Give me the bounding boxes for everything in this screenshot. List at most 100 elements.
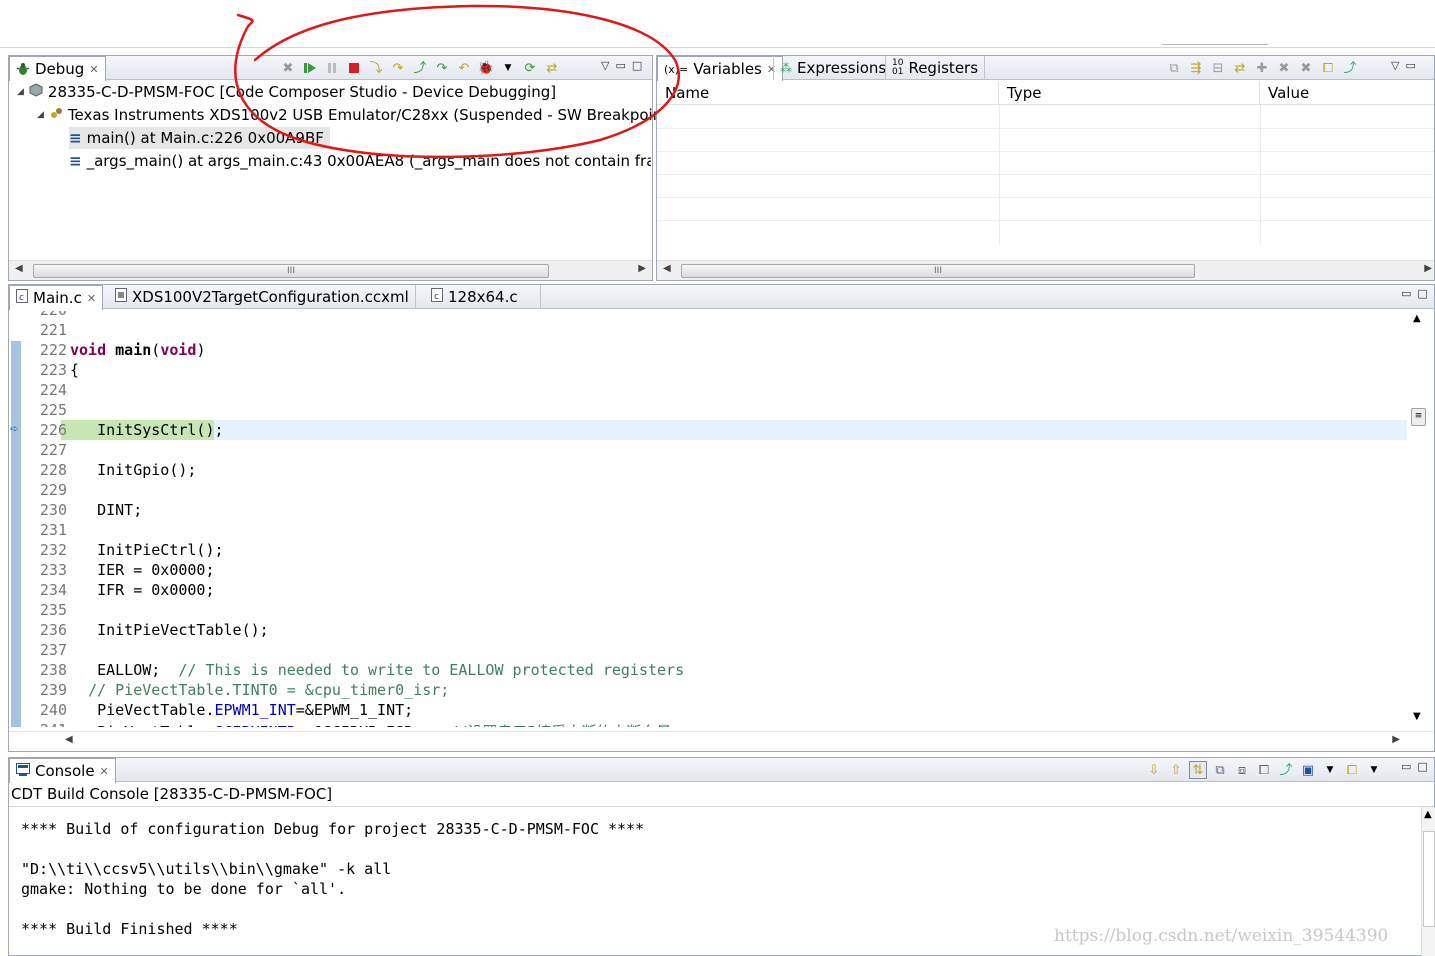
connect-icon[interactable]: ⇄ [543,59,561,77]
remove-all-icon[interactable]: ✖ [1297,59,1315,77]
pin-icon[interactable]: ⤴ [1341,59,1359,77]
column-name[interactable]: Name [657,81,999,105]
scroll-left-icon[interactable]: ◀ [663,263,671,274]
tab-expressions[interactable]: ⁂ Expressions [773,56,892,80]
refresh-icon[interactable]: ⇄ [1231,59,1249,77]
code-line[interactable]: { [70,361,79,379]
minimize-icon[interactable]: ▭ [1401,287,1411,300]
open-new-view-icon[interactable]: ⧠ [1319,59,1337,77]
step-into-icon[interactable]: ⤵ [367,59,385,77]
close-icon[interactable]: ✕ [87,292,96,305]
view-menu: ▽ ▭ □ [601,59,642,72]
minimize-icon[interactable]: ▭ [615,59,625,72]
step-over-icon[interactable]: ↷ [389,59,407,77]
open-console-icon[interactable]: ⧠ [1343,761,1361,779]
column-divider [1260,105,1261,245]
column-value[interactable]: Value [1260,81,1435,105]
restart-icon[interactable]: ↶ [455,59,473,77]
close-icon[interactable]: ✕ [89,63,98,76]
remove-all-terminated-icon[interactable]: ✖ [279,59,297,77]
close-icon[interactable]: ✕ [100,765,109,778]
view-menu-icon[interactable]: ▽ [1391,59,1399,72]
scrollbar-thumb[interactable]: III [681,264,1195,278]
chevron-down-icon[interactable]: ▼ [499,59,517,77]
editor-horizontal-scrollbar[interactable]: ◀ ▶ [9,731,1434,751]
scrollbar-thumb[interactable]: ≡ [1411,408,1426,426]
show-logical-structure-icon[interactable]: ⇶ [1187,59,1205,77]
tab-128x64-c[interactable]: c 128x64.c [425,285,541,309]
suspend-icon[interactable] [323,59,341,77]
maximize-icon[interactable]: □ [632,59,642,72]
minimize-icon[interactable]: ▭ [1405,59,1415,72]
expand-arrow-icon[interactable]: ◢ [37,110,44,120]
variables-horizontal-scrollbar[interactable]: ◀ III ▶ [657,260,1434,280]
expand-arrow-icon[interactable]: ◢ [17,87,24,97]
code-line[interactable]: EALLOW; // This is needed to write to EA… [70,661,684,679]
tree-item-emulator[interactable]: ◢ Texas Instruments XDS100v2 USB Emulato… [37,104,674,126]
scrollbar-thumb[interactable] [1423,831,1435,927]
scroll-down-arrow-icon[interactable]: ⇩ [1145,761,1163,779]
show-type-names-icon[interactable]: ⧉ [1165,59,1183,77]
debug-launch-icon[interactable]: 🐞 [477,59,495,77]
code-line[interactable]: void main(void) [70,341,205,359]
code-line[interactable]: IER = 0x0000; [70,561,214,579]
code-line[interactable]: // PieVectTable.TINT0 = &cpu_timer0_isr; [70,681,449,699]
code-line[interactable]: PieVectTable.EPWM1_INT=&EPWM_1_INT; [70,701,413,719]
console-vertical-scrollbar[interactable]: ▲ [1421,807,1435,956]
code-line[interactable]: InitSysCtrl(); [70,421,223,439]
code-line[interactable]: InitPieVectTable(); [70,621,269,639]
code-line[interactable]: InitPieCtrl(); [70,541,223,559]
tab-registers[interactable]: 10 01 Registers [885,56,986,80]
tab-variables[interactable]: (x)= Variables ✕ [657,56,784,81]
step-return-icon[interactable]: ⤴ [411,59,429,77]
scroll-up-icon[interactable]: ▲ [1424,809,1432,820]
pin-console-icon[interactable]: ⤴ [1277,761,1295,779]
code-line[interactable]: IFR = 0x0000; [70,581,214,599]
maximize-icon[interactable]: □ [1417,760,1427,773]
remove-launch-icon[interactable]: ⧠ [1255,761,1273,779]
svg-text:c: c [434,292,439,302]
terminate-icon[interactable] [345,59,363,77]
copy-build-log-icon[interactable]: ⧈ [1233,761,1251,779]
editor-area: c Main.c ✕ XDS100V2TargetConfiguration.c… [8,284,1435,752]
collapse-all-icon[interactable]: ⊟ [1209,59,1227,77]
scroll-right-icon[interactable]: ▶ [1392,734,1400,745]
tree-item-frame-args-main[interactable]: ≡ _args_main() at args_main.c:43 0x00AEA… [69,150,651,172]
editor-vertical-scrollbar[interactable]: ▲ ≡ ▼ [1409,311,1428,727]
scroll-left-icon[interactable]: ◀ [65,734,73,745]
column-type[interactable]: Type [999,81,1260,105]
code-line[interactable]: InitGpio(); [70,461,196,479]
minimize-icon[interactable]: ▭ [1401,760,1411,773]
clear-console-icon[interactable]: ⧉ [1211,761,1229,779]
display-console-icon[interactable]: ▣ [1299,761,1317,779]
scroll-lock-icon[interactable]: ⇅ [1189,761,1207,779]
scroll-right-icon[interactable]: ▶ [1424,263,1432,274]
scroll-left-icon[interactable]: ◀ [15,263,23,274]
tab-console[interactable]: Console ✕ [9,758,116,783]
code-line[interactable]: DINT; [70,501,142,519]
chevron-down-icon[interactable]: ▼ [1321,761,1339,779]
tab-debug[interactable]: Debug ✕ [9,56,106,81]
tab-variables-label: Variables [693,60,762,78]
view-menu-icon[interactable]: ▽ [601,59,609,72]
debug-horizontal-scrollbar[interactable]: ◀ III ▶ [9,260,652,280]
scroll-up-icon[interactable]: ▲ [1413,313,1421,324]
resume-icon[interactable] [301,59,319,77]
code-line[interactable]: PieVectTable.SCIRXINTB =&SCIRXB_ISR; //设… [70,721,671,727]
scroll-up-arrow-icon[interactable]: ⇧ [1167,761,1185,779]
assembly-step-over-icon[interactable]: ↷ [433,59,451,77]
tree-item-project[interactable]: ◢ 28335-C-D-PMSM-FOC [Code Composer Stud… [17,81,556,103]
add-expression-icon[interactable]: ✚ [1253,59,1271,77]
console-view-menu: ▭ □ [1401,760,1428,773]
scroll-right-icon[interactable]: ▶ [638,263,646,274]
tab-target-configuration[interactable]: XDS100V2TargetConfiguration.ccxml [109,285,416,309]
tree-item-frame-main[interactable]: ≡ main() at Main.c:226 0x00A9BF [69,127,330,149]
tab-main-c[interactable]: c Main.c ✕ [9,285,104,310]
reset-icon[interactable]: ⟳ [521,59,539,77]
remove-icon[interactable]: ✖ [1275,59,1293,77]
chevron-down-icon[interactable]: ▼ [1365,761,1383,779]
tree-item-label: _args_main() at args_main.c:43 0x00AEA8 … [86,152,651,170]
maximize-icon[interactable]: □ [1417,287,1427,300]
scroll-down-icon[interactable]: ▼ [1413,711,1421,722]
scrollbar-thumb[interactable]: III [33,264,549,278]
